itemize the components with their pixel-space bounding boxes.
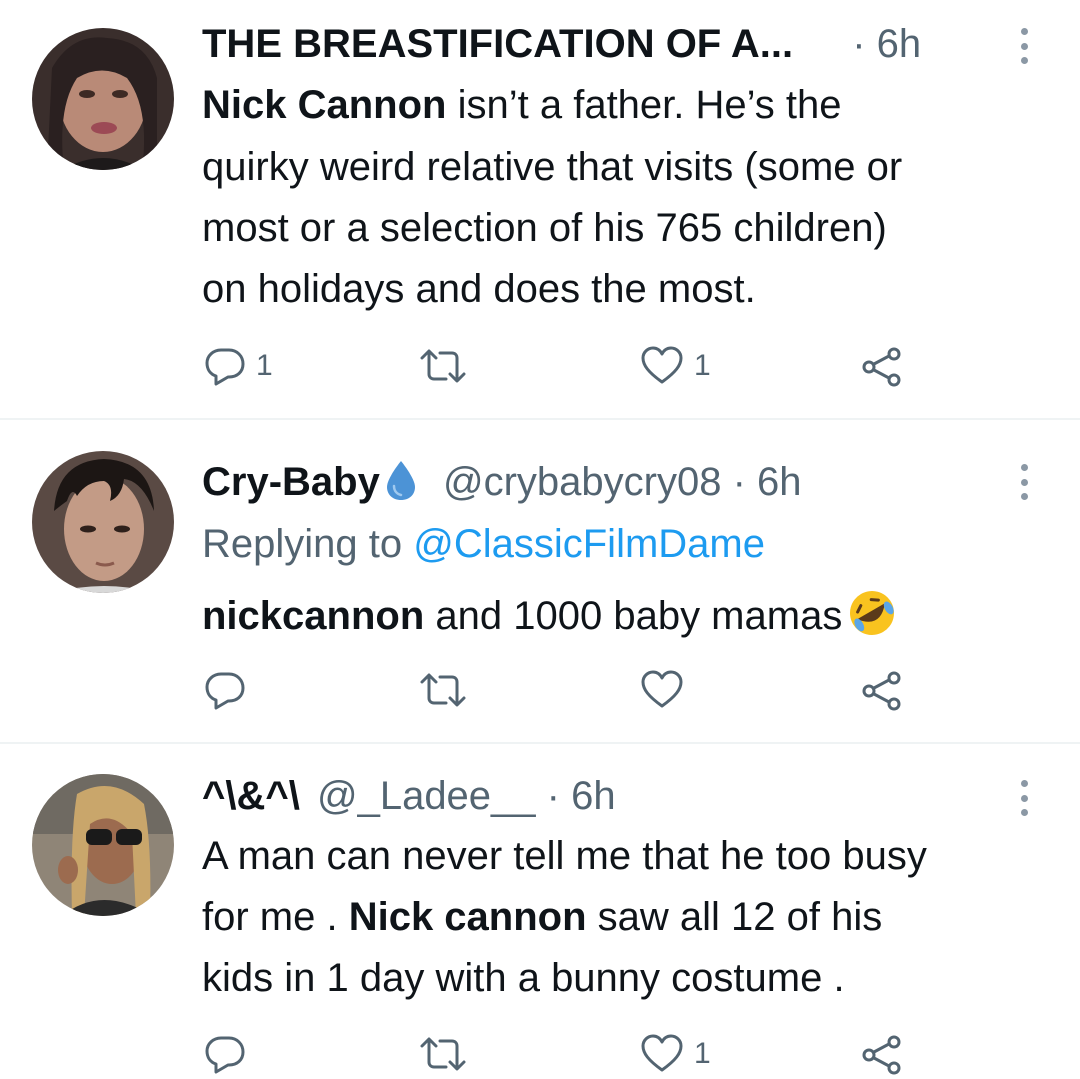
reply-count: 1 <box>256 349 273 382</box>
replying-label: Replying to <box>202 522 414 566</box>
retweet-button[interactable] <box>418 1034 468 1074</box>
share-icon <box>862 347 901 387</box>
tweet-header: ^\&^\ @_Ladee__ · 6h <box>202 772 616 820</box>
user-handle[interactable]: @_Ladee__ <box>317 774 536 818</box>
mention-text: nickcannon <box>202 594 425 638</box>
water-drop-icon <box>386 461 415 500</box>
retweet-button[interactable] <box>418 670 468 710</box>
more-vertical-icon[interactable] <box>1012 24 1036 68</box>
tweet-text-line: on holidays and does the most. <box>202 265 756 313</box>
user-handle[interactable]: @crybabycry08 <box>443 460 721 504</box>
avatar[interactable] <box>32 774 174 916</box>
tweet-header: Cry-Baby @crybabycry08 · 6h <box>202 458 802 506</box>
display-name[interactable]: ^\&^\ <box>202 774 300 818</box>
like-button[interactable]: 1 <box>640 346 711 386</box>
like-count: 1 <box>694 1037 711 1070</box>
display-name[interactable]: THE BREASTIFICATION OF A... <box>202 22 793 66</box>
like-button[interactable]: 1 <box>640 1034 711 1074</box>
retweet-icon <box>420 349 466 383</box>
like-button[interactable] <box>640 670 684 710</box>
reply-icon <box>205 348 245 386</box>
mention-text: Nick cannon <box>348 895 587 939</box>
tweet-text: A man can never tell me that he too busy <box>202 834 927 878</box>
display-name[interactable]: Cry-Baby <box>202 460 380 504</box>
retweet-button[interactable] <box>418 346 468 386</box>
tweet-text-line: A man can never tell me that he too busy <box>202 832 927 880</box>
share-button[interactable] <box>860 346 904 388</box>
tweet-text: most or a selection of his 765 children) <box>202 206 887 250</box>
rolling-on-floor-laughing-emoji <box>850 591 895 635</box>
tweet-2[interactable]: Cry-Baby @crybabycry08 · 6h Replying to … <box>0 420 1080 742</box>
separator-dot: · <box>546 774 560 818</box>
tweet-text: and 1000 baby mamas <box>424 594 843 638</box>
replying-to: Replying to @ClassicFilmDame <box>202 520 765 568</box>
tweet-text-line: nickcannon and 1000 baby mamas <box>202 587 898 640</box>
avatar[interactable] <box>32 28 174 170</box>
reply-icon <box>205 1036 245 1074</box>
more-vertical-icon[interactable] <box>1012 776 1036 820</box>
separator-dot: · <box>732 460 746 504</box>
like-count: 1 <box>694 349 711 382</box>
tweet-header: THE BREASTIFICATION OF A... · 6h <box>202 20 921 68</box>
tweet-text: saw all 12 of his <box>586 895 883 939</box>
avatar[interactable] <box>32 451 174 593</box>
tweet-text-line: Nick Cannon isn’t a father. He’s the <box>202 81 842 129</box>
tweet-1[interactable]: THE BREASTIFICATION OF A... · 6h Nick Ca… <box>0 0 1080 418</box>
reply-button[interactable] <box>204 1034 256 1074</box>
timestamp[interactable]: 6h <box>877 22 922 66</box>
retweet-icon <box>420 673 466 707</box>
tweet-text: isn’t a father. He’s the <box>446 83 842 127</box>
timestamp[interactable]: 6h <box>571 774 616 818</box>
tweet-text-line: most or a selection of his 765 children) <box>202 204 887 252</box>
share-button[interactable] <box>860 1034 904 1076</box>
separator-dot: · <box>852 22 866 66</box>
tweet-text: for me . <box>202 895 349 939</box>
more-vertical-icon[interactable] <box>1012 460 1036 504</box>
reply-button[interactable] <box>204 670 256 710</box>
tweet-text: on holidays and does the most. <box>202 267 756 311</box>
share-icon <box>862 1035 901 1075</box>
retweet-icon <box>420 1037 466 1071</box>
reply-button[interactable]: 1 <box>204 346 273 386</box>
tweet-3[interactable]: ^\&^\ @_Ladee__ · 6h A man can never tel… <box>0 744 1080 1079</box>
tweet-text-line: quirky weird relative that visits (some … <box>202 143 902 191</box>
tweet-text: kids in 1 day with a bunny costume . <box>202 956 845 1000</box>
tweet-text-line: kids in 1 day with a bunny costume . <box>202 954 845 1002</box>
mention-text: Nick Cannon <box>202 83 447 127</box>
tweet-text-line: for me . Nick cannon saw all 12 of his <box>202 893 882 941</box>
reply-icon <box>205 672 245 710</box>
tweet-text: quirky weird relative that visits (some … <box>202 145 903 189</box>
heart-icon <box>641 346 683 384</box>
heart-icon <box>641 1034 683 1072</box>
timestamp[interactable]: 6h <box>757 460 802 504</box>
heart-icon <box>641 670 683 708</box>
replying-to-link[interactable]: @ClassicFilmDame <box>413 522 765 566</box>
share-icon <box>862 671 901 711</box>
share-button[interactable] <box>860 670 904 712</box>
